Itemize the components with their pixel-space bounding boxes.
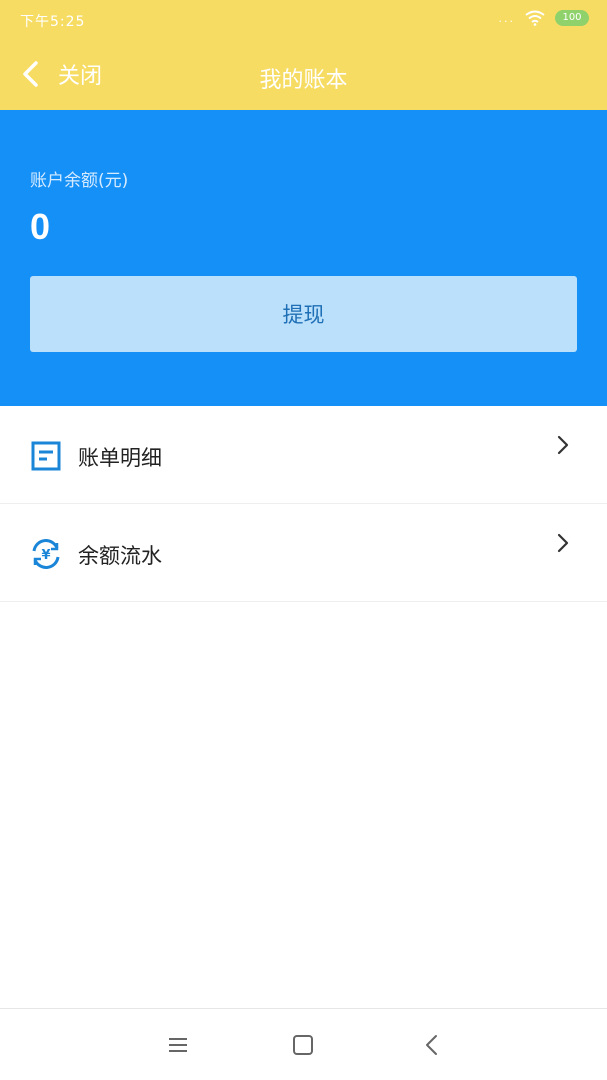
svg-text:¥: ¥ bbox=[41, 548, 50, 563]
status-time: 下午5:25 bbox=[20, 14, 86, 30]
page-title: 我的账本 bbox=[259, 68, 348, 93]
back-arrow-icon[interactable] bbox=[418, 1031, 446, 1059]
menu-icon[interactable] bbox=[164, 1031, 192, 1059]
bill-detail-icon bbox=[31, 441, 61, 471]
menu-item-balance-flow[interactable]: ¥ 余额流水 bbox=[0, 504, 607, 602]
wifi-icon bbox=[525, 10, 545, 26]
chevron-right-icon bbox=[557, 435, 569, 455]
home-square-icon[interactable] bbox=[289, 1031, 317, 1059]
chevron-right-icon bbox=[557, 533, 569, 553]
title-bar: 关闭 我的账本 bbox=[0, 40, 607, 110]
battery-indicator: 100 bbox=[555, 10, 589, 26]
balance-panel: 账户余额(元) 0 提现 bbox=[0, 110, 607, 406]
balance-flow-icon: ¥ bbox=[32, 539, 60, 569]
menu-list: 账单明细 ¥ 余额流水 bbox=[0, 406, 607, 602]
menu-item-bill-detail[interactable]: 账单明细 bbox=[0, 406, 607, 504]
withdraw-button[interactable]: 提现 bbox=[30, 276, 577, 352]
balance-value: 0 bbox=[30, 206, 51, 247]
system-nav-bar bbox=[0, 1008, 607, 1080]
status-bar: 下午5:25 ... 100 bbox=[0, 0, 607, 40]
signal-indicator: ... bbox=[498, 11, 515, 25]
menu-item-label: 余额流水 bbox=[78, 544, 162, 568]
menu-item-label: 账单明细 bbox=[78, 446, 162, 470]
balance-label: 账户余额(元) bbox=[30, 171, 129, 191]
status-indicators: ... 100 bbox=[498, 10, 589, 26]
